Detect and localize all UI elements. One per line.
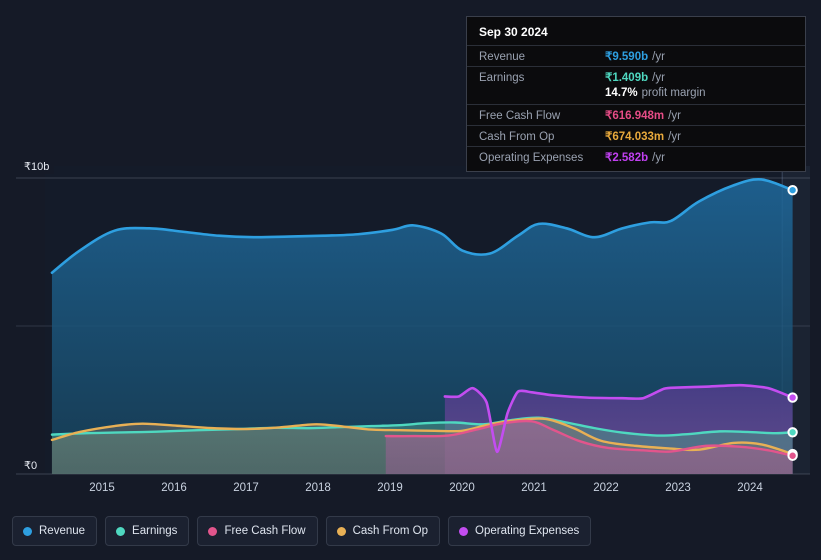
tooltip-row: Revenue ₹9.590b/yr — [467, 45, 805, 66]
tooltip-row-value: ₹2.582b/yr — [605, 152, 665, 164]
legend-item-operating-expenses[interactable]: Operating Expenses — [448, 516, 592, 546]
legend-item-revenue[interactable]: Revenue — [12, 516, 98, 546]
financial-chart-page: ₹10b ₹0 2015 2016 2017 2018 2019 2020 2021 2022… — [0, 0, 821, 560]
y-axis-top-label: ₹10b — [20, 159, 55, 174]
data-tooltip-card: Sep 30 2024 Revenue ₹9.590b/yr Earnings ₹1.… — [466, 16, 806, 172]
tooltip-row: 14.7% profit margin — [467, 87, 805, 104]
tooltip-row-value: 14.7% profit margin — [605, 87, 706, 99]
x-tick-2016: 2016 — [161, 482, 187, 494]
x-tick-2022: 2022 — [593, 482, 619, 494]
tooltip-rows: Revenue ₹9.590b/yr Earnings ₹1.409b/yr 14.7%… — [467, 45, 805, 167]
tooltip-row: Cash From Op ₹674.033m/yr — [467, 125, 805, 146]
tooltip-date: Sep 30 2024 — [479, 25, 548, 39]
tooltip-row-unit: profit margin — [641, 87, 706, 99]
tooltip-row-unit: /yr — [652, 72, 665, 84]
endpoint-marker-free-cash-flow — [787, 450, 798, 461]
tooltip-row-unit: /yr — [668, 131, 681, 143]
tooltip-row-value: ₹674.033m/yr — [605, 131, 681, 143]
tooltip-row-label: Cash From Op — [479, 131, 555, 143]
x-tick-2024: 2024 — [737, 482, 763, 494]
endpoint-marker-operating-expenses — [787, 392, 798, 403]
free-cash-flow-color-swatch-icon — [208, 526, 218, 536]
operating-expenses-color-swatch-icon — [459, 526, 469, 536]
legend-label: Cash From Op — [352, 525, 429, 537]
x-tick-2017: 2017 — [233, 482, 259, 494]
tooltip-row-unit: /yr — [668, 110, 681, 122]
tooltip-row: Earnings ₹1.409b/yr — [467, 66, 805, 87]
legend-item-cash-from-op[interactable]: Cash From Op — [325, 516, 441, 546]
tooltip-row-unit: /yr — [652, 51, 665, 63]
x-tick-2023: 2023 — [665, 482, 691, 494]
chart-legend[interactable]: Revenue Earnings Free Cash Flow Cash From O… — [12, 516, 592, 546]
tooltip-row-value: ₹1.409b/yr — [605, 72, 665, 84]
tooltip-row-value: ₹616.948m/yr — [605, 110, 681, 122]
tooltip-row: Free Cash Flow ₹616.948m/yr — [467, 104, 805, 125]
revenue-color-swatch-icon — [23, 526, 32, 536]
legend-item-free-cash-flow[interactable]: Free Cash Flow — [197, 516, 318, 546]
x-axis-tick-labels: 2015 2016 2017 2018 2019 2020 2021 2022 2023 2024 — [0, 482, 821, 502]
endpoint-marker-revenue — [787, 184, 798, 196]
x-tick-2019: 2019 — [377, 482, 403, 494]
tooltip-row: Operating Expenses ₹2.582b/yr — [467, 146, 805, 167]
tooltip-row-label: Operating Expenses — [479, 152, 584, 164]
legend-label: Revenue — [39, 525, 86, 537]
endpoint-marker-earnings — [787, 427, 798, 438]
x-tick-2015: 2015 — [89, 482, 115, 494]
earnings-color-swatch-icon — [116, 526, 126, 536]
legend-item-earnings[interactable]: Earnings — [105, 516, 190, 546]
x-tick-2018: 2018 — [305, 482, 331, 494]
legend-label: Earnings — [132, 525, 178, 537]
tooltip-row-label: Free Cash Flow — [479, 110, 561, 122]
legend-label: Operating Expenses — [475, 525, 580, 537]
tooltip-row-unit: /yr — [652, 152, 665, 164]
tooltip-row-label: Earnings — [479, 72, 525, 84]
y-axis-zero-label: ₹0 — [20, 458, 43, 473]
x-tick-2021: 2021 — [521, 482, 547, 494]
tooltip-row-value: ₹9.590b/yr — [605, 51, 665, 63]
x-tick-2020: 2020 — [449, 482, 475, 494]
legend-label: Free Cash Flow — [224, 525, 306, 537]
tooltip-row-label: Revenue — [479, 51, 526, 63]
cash-from-op-color-swatch-icon — [336, 526, 346, 536]
